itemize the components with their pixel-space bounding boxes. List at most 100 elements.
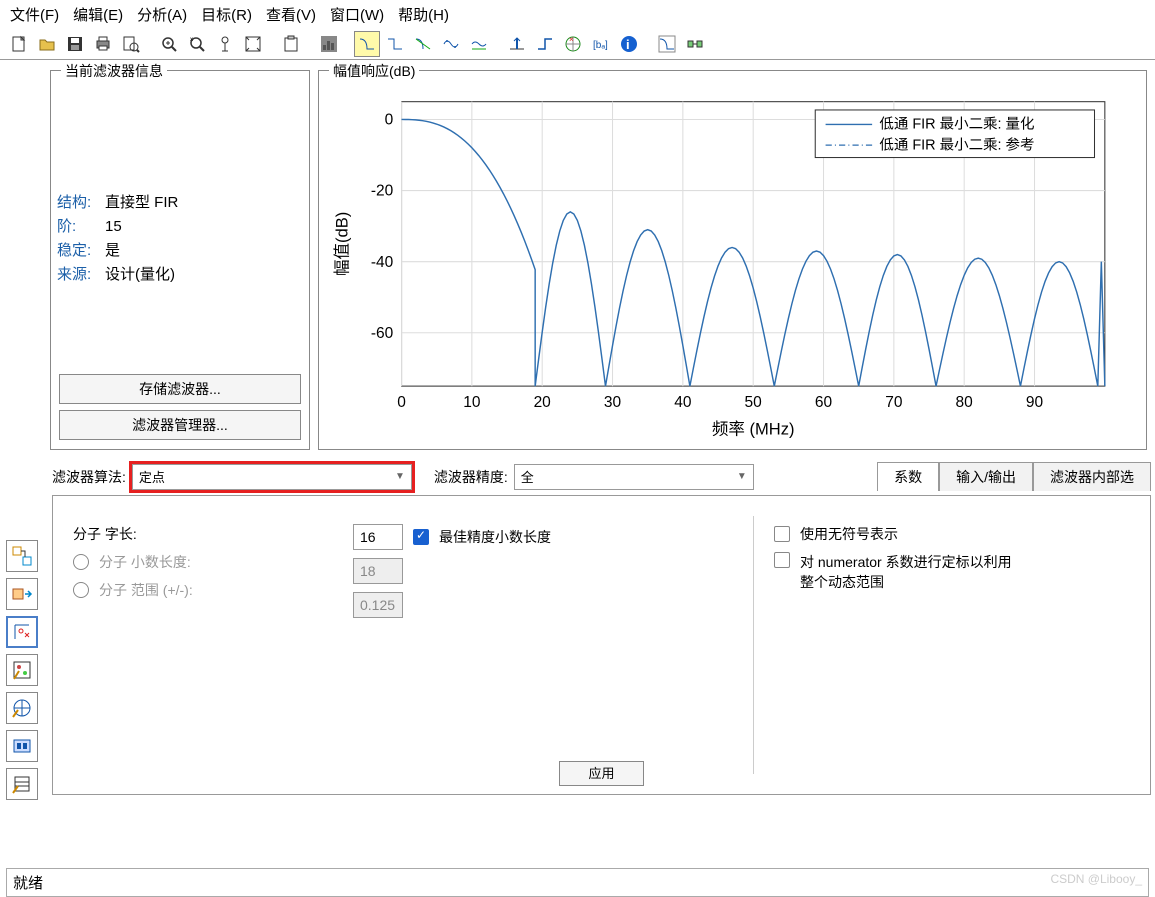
svg-text:50: 50 (745, 394, 763, 411)
svg-text:幅值(dB): 幅值(dB) (333, 212, 352, 276)
open-icon[interactable] (34, 31, 60, 57)
scale-checkbox[interactable] (774, 552, 790, 568)
svg-text:-40: -40 (371, 254, 394, 271)
svg-text:i: i (626, 37, 630, 52)
menu-target[interactable]: 目标(R) (201, 4, 252, 25)
svg-text:[bₐ]: [bₐ] (593, 40, 608, 51)
chevron-down-icon: ▼ (737, 471, 747, 482)
store-filter-button[interactable]: 存储滤波器... (59, 374, 301, 404)
realize-model-icon[interactable] (6, 654, 38, 686)
tab-coeffs[interactable]: 系数 (877, 462, 939, 491)
filter-manager-button[interactable]: 滤波器管理器... (59, 410, 301, 440)
filter-prec-value: 全 (521, 467, 534, 486)
svg-text:x: x (190, 37, 193, 43)
magnitude-chart: 01020304050607080900-20-40-60频率 (MHz)幅值(… (325, 81, 1140, 443)
import-icon[interactable] (6, 578, 38, 610)
zoom-xy-icon[interactable]: x (184, 31, 210, 57)
svg-text:0: 0 (385, 112, 394, 129)
svg-text:90: 90 (1026, 394, 1044, 411)
menubar: 文件(F) 编辑(E) 分析(A) 目标(R) 查看(V) 窗口(W) 帮助(H… (0, 0, 1155, 29)
svg-text:40: 40 (674, 394, 692, 411)
svg-text:-20: -20 (371, 183, 394, 200)
svg-text:30: 30 (604, 394, 622, 411)
num-range-label: 分子 范围 (+/-): (99, 580, 193, 600)
step-icon[interactable] (532, 31, 558, 57)
svg-text:频率 (MHz): 频率 (MHz) (712, 420, 795, 439)
menu-analyze[interactable]: 分析(A) (137, 4, 187, 25)
tab-io[interactable]: 输入/输出 (939, 462, 1033, 491)
magphase-icon[interactable] (410, 31, 436, 57)
fvtool-icon[interactable] (6, 692, 38, 724)
menu-file[interactable]: 文件(F) (10, 4, 59, 25)
info-source-value: 设计(量化) (105, 266, 175, 283)
menu-help[interactable]: 帮助(H) (398, 4, 449, 25)
coeffs-icon[interactable]: [bₐ] (588, 31, 614, 57)
info-source-label: 来源: (57, 263, 105, 287)
info-order-value: 15 (105, 218, 122, 235)
num-range-radio[interactable] (73, 582, 89, 598)
statusbar: 就绪 CSDN @Libooy_ (6, 868, 1149, 897)
svg-text:70: 70 (885, 394, 903, 411)
num-fl-radio[interactable] (73, 554, 89, 570)
phase-icon[interactable] (382, 31, 408, 57)
info-panel: 当前滤波器信息 结构:直接型 FIR 阶:15 稳定:是 来源:设计(量化) 存… (50, 70, 310, 450)
svg-text:80: 80 (956, 394, 974, 411)
measure-icon[interactable] (212, 31, 238, 57)
new-icon[interactable] (6, 31, 32, 57)
menu-edit[interactable]: 编辑(E) (73, 4, 123, 25)
tab-body: 分子 字长: 分子 小数长度: 分子 范围 (+/-): 最佳精度小数长度 使用… (52, 495, 1151, 795)
filter-algo-value: 定点 (139, 467, 165, 486)
info-structure-label: 结构: (57, 191, 105, 215)
groupdelay-icon[interactable] (438, 31, 464, 57)
spec-gray-icon[interactable] (316, 31, 342, 57)
num-range-input (353, 592, 403, 618)
svg-text:60: 60 (815, 394, 833, 411)
info-icon[interactable]: i (616, 31, 642, 57)
best-prec-checkbox[interactable] (413, 529, 429, 545)
menu-window[interactable]: 窗口(W) (330, 4, 384, 25)
info-structure-value: 直接型 FIR (105, 194, 178, 211)
num-wl-label: 分子 字长: (73, 524, 137, 544)
info-stable-value: 是 (105, 242, 120, 259)
zoom-in-icon[interactable] (156, 31, 182, 57)
watermark: CSDN @Libooy_ (1050, 872, 1142, 893)
tab-internal[interactable]: 滤波器内部选 (1033, 462, 1151, 491)
print-preview-icon[interactable] (118, 31, 144, 57)
chevron-down-icon: ▼ (395, 471, 405, 482)
svg-text:10: 10 (463, 394, 481, 411)
polezero-icon[interactable]: × (560, 31, 586, 57)
save-icon[interactable] (62, 31, 88, 57)
filter-algo-combo[interactable]: 定点 ▼ (132, 464, 412, 490)
filter-prec-label: 滤波器精度: (434, 467, 508, 487)
filter-prec-combo[interactable]: 全 ▼ (514, 464, 754, 490)
filter-vis-icon[interactable] (654, 31, 680, 57)
best-prec-label: 最佳精度小数长度 (439, 527, 551, 547)
scale-label: 对 numerator 系数进行定标以利用整个动态范围 (800, 552, 1020, 592)
print-icon[interactable] (90, 31, 116, 57)
svg-text:×: × (569, 35, 574, 44)
fit-icon[interactable] (240, 31, 266, 57)
hdl-icon[interactable] (6, 768, 38, 800)
realize-icon[interactable] (682, 31, 708, 57)
unsigned-checkbox[interactable] (774, 526, 790, 542)
clipboard-icon[interactable] (278, 31, 304, 57)
impulse-icon[interactable] (504, 31, 530, 57)
toolbar: x × [bₐ] i (0, 29, 1155, 60)
num-wl-input[interactable] (353, 524, 403, 550)
filter-algo-label: 滤波器算法: (52, 467, 126, 487)
polezero-editor-icon[interactable] (6, 616, 38, 648)
design-mode-icon[interactable] (6, 540, 38, 572)
phasedelay-icon[interactable] (466, 31, 492, 57)
magnitude-icon[interactable] (354, 31, 380, 57)
chart-panel: 幅值响应(dB) 01020304050607080900-20-40-60频率… (318, 70, 1147, 450)
svg-text:-60: -60 (371, 325, 394, 342)
status-text: 就绪 (13, 872, 43, 893)
apply-button[interactable]: 应用 (559, 761, 643, 786)
svg-text:0: 0 (397, 394, 406, 411)
side-toolbar (6, 540, 38, 800)
num-fl-label: 分子 小数长度: (99, 552, 191, 572)
svg-text:低通 FIR 最小二乘: 参考: 低通 FIR 最小二乘: 参考 (879, 136, 1034, 153)
menu-view[interactable]: 查看(V) (266, 4, 316, 25)
block-icon[interactable] (6, 730, 38, 762)
info-order-label: 阶: (57, 215, 105, 239)
